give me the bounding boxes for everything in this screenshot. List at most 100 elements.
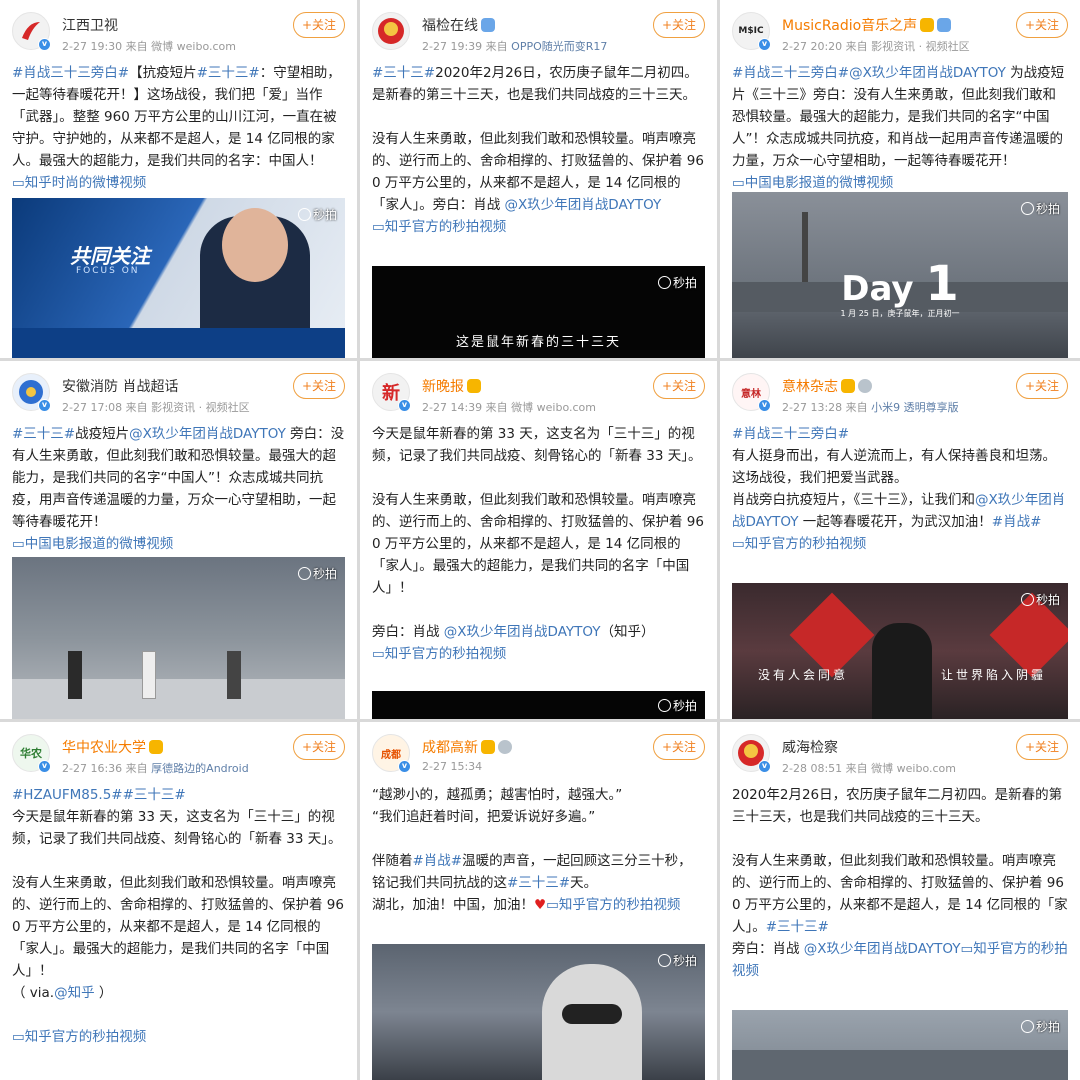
music-radio-logo-icon: M$IC (738, 26, 764, 36)
video-thumbnail[interactable]: Day 1 1 月 25 日，庚子鼠年，正月初一 秒拍 (732, 192, 1068, 358)
follow-button[interactable]: +关注 (293, 734, 345, 760)
verified-icon: v (758, 38, 771, 51)
day-title: Day 1 (841, 256, 959, 312)
post-text-line: #三十三#2020年2月26日，农历庚子鼠年二月初四。是新春的第三十三天，也是我… (372, 65, 698, 103)
weibo-post-card: v 江西卫视 2-27 19:30 来自 微博 weibo.com +关注 #肖… (0, 0, 357, 358)
follow-button[interactable]: +关注 (653, 12, 705, 38)
video-thumbnail[interactable]: 秒拍 (732, 1010, 1068, 1080)
account-name[interactable]: 江西卫视 (62, 15, 118, 35)
video-thumbnail[interactable]: 没有人会同意 让世界陷入阴霾 秒拍 (732, 583, 1068, 719)
post-text: #三十三#2020年2月26日，农历庚子鼠年二月初四。是新春的第三十三天，也是我… (372, 62, 705, 238)
post-meta: 2-28 08:51 来自 微博 weibo.com (782, 760, 956, 776)
avatar[interactable]: 意林 v (732, 373, 771, 412)
follow-button[interactable]: +关注 (1016, 373, 1068, 399)
post-source[interactable]: OPPO随光而变R17 (511, 40, 607, 53)
post-header: 意林 v 意林杂志 2-27 13:28 来自 小米9 透明尊享版 +关注 (730, 369, 1072, 417)
account-name[interactable]: MusicRadio音乐之声 (782, 15, 952, 35)
avatar[interactable]: M$IC v (732, 12, 771, 51)
avatar[interactable]: 华农 v (12, 734, 51, 773)
post-text-line: 今天是鼠年新春的第 33 天，这支名为「三十三」的视频，记录了我们共同战疫、刻骨… (12, 809, 342, 847)
post-time: 2-27 17:08 (62, 401, 123, 414)
video-thumbnail[interactable]: 共同关注 FOCUS ON 秒拍 (12, 198, 345, 358)
post-source[interactable]: 厚德路边的Android (151, 762, 249, 775)
video-link[interactable]: ▭知乎时尚的微博视频 (12, 172, 345, 194)
miaopai-watermark: 秒拍 (657, 697, 697, 714)
follow-button[interactable]: +关注 (653, 373, 705, 399)
super-topic-label[interactable]: 肖战超话 (122, 379, 178, 395)
post-time: 2-27 15:34 (422, 760, 483, 773)
video-link-label: 知乎官方的秒拍视频 (744, 536, 867, 552)
avatar[interactable]: v (12, 12, 51, 51)
post-header: v 威海检察 2-28 08:51 来自 微博 weibo.com +关注 (730, 730, 1072, 778)
post-meta: 2-27 15:34 (422, 760, 482, 773)
post-text-line: #三十三#战疫短片@X玖少年团肖战DAYTOY 旁白：没有人生来勇敢，但此刻我们… (12, 426, 345, 530)
avatar[interactable]: v (732, 734, 771, 773)
post-text: 2020年2月26日，农历庚子鼠年二月初四。是新春的第三十三天，也是我们共同战疫… (732, 784, 1068, 982)
follow-button[interactable]: +关注 (1016, 734, 1068, 760)
post-source: 影视资讯 · 视频社区 (151, 401, 250, 414)
video-thumbnail[interactable]: 秒拍 (372, 944, 705, 1080)
video-link-label: 知乎官方的秒拍视频 (24, 1029, 147, 1045)
goggles-shape (562, 1004, 622, 1024)
post-text-line: 2020年2月26日，农历庚子鼠年二月初四。是新春的第三十三天，也是我们共同战疫… (732, 787, 1063, 825)
post-header: v 江西卫视 2-27 19:30 来自 微博 weibo.com +关注 (10, 8, 349, 56)
video-link[interactable]: ▭中国电影报道的微博视频 (12, 533, 345, 555)
post-text-line: 伴随着#肖战#温暖的声音，一起回顾这三分三十秒，铭记我们共同抗战的这#三十三#天… (372, 853, 692, 891)
member-badge-icon (841, 379, 855, 393)
video-link-label: 知乎官方的秒拍视频 (384, 646, 507, 662)
account-name[interactable]: 新晚报 (422, 376, 481, 396)
post-text-line: 肖战旁白抗疫短片，《三十三》，让我们和@X玖少年团肖战DAYTOY 一起等春暖花… (732, 492, 1066, 530)
video-link[interactable]: ▭知乎官方的秒拍视频 (12, 1026, 345, 1048)
post-meta: 2-27 17:08 来自 影视资讯 · 视频社区 (62, 399, 250, 415)
follow-button[interactable]: +关注 (293, 373, 345, 399)
post-text-line: 旁白：肖战 @X玖少年团肖战DAYTOY▭知乎官方的秒拍视频 (732, 941, 1068, 979)
avatar[interactable] (372, 12, 410, 50)
news-ticker (12, 328, 345, 358)
account-name[interactable]: 威海检察 (782, 737, 838, 757)
source-prefix: 来自 (845, 762, 868, 775)
follow-button[interactable]: +关注 (293, 12, 345, 38)
post-text-line: 有人挺身而出，有人逆流而上，有人保持善良和坦荡。这场战役，我们把爱当武器。 (732, 448, 1056, 486)
video-link[interactable]: ▭知乎官方的秒拍视频 (732, 533, 1068, 555)
video-thumbnail[interactable]: 秒拍 (12, 557, 345, 719)
post-meta: 2-27 19:39 来自 OPPO随光而变R17 (422, 38, 607, 54)
post-meta: 2-27 14:39 来自 微博 weibo.com (422, 399, 596, 415)
video-link-label: 中国电影报道的微博视频 (24, 536, 174, 552)
post-meta: 2-27 19:30 来自 微博 weibo.com (62, 38, 236, 54)
avatar[interactable]: 新 v (372, 373, 411, 412)
video-subtitle-left: 没有人会同意 (758, 668, 849, 682)
source-prefix: 来自 (845, 401, 868, 414)
video-subtitle: 这是鼠年新春的三十三天 (455, 335, 621, 350)
post-source[interactable]: 小米9 透明尊享版 (871, 401, 959, 414)
video-link[interactable]: ▭知乎官方的秒拍视频 (546, 897, 680, 913)
follow-button[interactable]: +关注 (1016, 12, 1068, 38)
member-badge-icon (481, 18, 495, 32)
account-name[interactable]: 安徽消防 肖战超话 (62, 376, 178, 396)
member-badge-icon (481, 740, 495, 754)
video-link[interactable]: ▭知乎官方的秒拍视频 (372, 216, 705, 238)
follow-button[interactable]: +关注 (653, 734, 705, 760)
yilin-logo-icon: 意林 (741, 388, 761, 400)
verified-icon: v (398, 760, 411, 773)
avatar[interactable]: v (12, 373, 51, 412)
video-thumbnail[interactable]: 秒拍 (372, 691, 705, 719)
post-text-line: #肖战三十三旁白#【抗疫短片#三十三#：守望相助，一起等待春暖花开！】这场战役，… (12, 65, 341, 169)
post-meta: 2-27 16:36 来自 厚德路边的Android (62, 760, 249, 776)
post-source: 微博 weibo.com (511, 401, 596, 414)
post-text-line: 今天是鼠年新春的第 33 天，这支名为「三十三」的视频，记录了我们共同战疫、刻骨… (372, 426, 702, 464)
pedestrian-shape (68, 651, 82, 699)
account-name[interactable]: 华中农业大学 (62, 737, 163, 757)
account-name[interactable]: 福检在线 (422, 15, 495, 35)
news-anchor-face (222, 208, 288, 282)
video-thumbnail[interactable]: 秒拍 这是鼠年新春的三十三天 (372, 266, 705, 358)
video-link[interactable]: ▭中国电影报道的微博视频 (732, 172, 1068, 194)
thumbnail-subtitle: FOCUS ON (76, 266, 140, 276)
miaopai-watermark: 秒拍 (1020, 1018, 1060, 1035)
post-time: 2-27 14:39 (422, 401, 483, 414)
account-name[interactable]: 成都高新 (422, 737, 512, 757)
account-name[interactable]: 意林杂志 (782, 376, 872, 396)
avatar[interactable]: 成都 v (372, 734, 411, 773)
video-link[interactable]: ▭知乎官方的秒拍视频 (372, 643, 705, 665)
post-meta: 2-27 20:20 来自 影视资讯 · 视频社区 (782, 38, 970, 54)
miaopai-watermark: 秒拍 (297, 206, 337, 223)
